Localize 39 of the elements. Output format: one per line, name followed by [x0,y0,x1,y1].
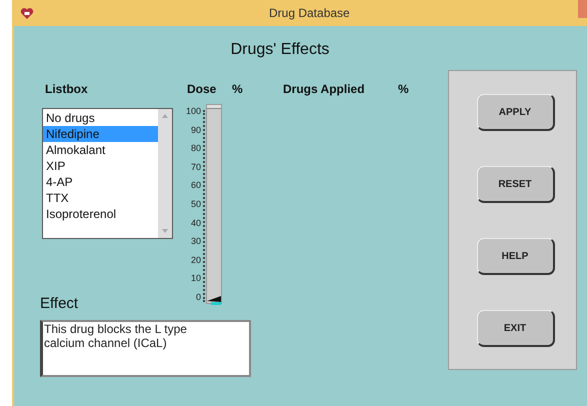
action-button[interactable]: RESET [476,166,554,203]
listbox[interactable]: No drugs Nifedipine Almokalant XIP 4-AP TTX Isoproterenol [42,108,173,239]
list-item[interactable]: Almokalant [43,142,158,158]
effect-label: Effect [40,295,78,312]
column-header: Dose [187,82,216,96]
list-item[interactable]: Isoproterenol [43,206,158,222]
list-item[interactable]: No drugs [43,110,158,126]
list-item[interactable]: TTX [43,190,158,206]
column-header: Drugs Applied [283,82,365,96]
close-button[interactable] [578,0,587,18]
tick-label: 10 [190,273,201,284]
scrollbar[interactable] [158,109,172,238]
list-item[interactable]: Nifedipine [43,126,158,142]
column-header: % [232,82,243,96]
tick-label: 0 [196,292,201,302]
window-title: Drug Database [269,5,350,22]
scroll-up-icon[interactable] [161,112,169,120]
tick-label: 20 [190,254,201,265]
slider-thumb[interactable] [207,295,221,305]
tick-label: 70 [190,162,201,172]
scroll-down-icon[interactable] [161,227,169,235]
tick-label: 30 [190,236,201,246]
column-header: Listbox [45,82,88,96]
tick-label: 40 [190,218,201,228]
heading: Drugs' Effects [230,41,330,58]
tick-label: 80 [190,143,201,154]
tick-label: 60 [190,180,201,190]
list-item[interactable]: XIP [43,158,158,174]
action-button[interactable]: HELP [476,238,554,275]
slider-track[interactable] [206,104,222,304]
tick-label: 50 [190,198,201,209]
tick-label: 100 [186,106,201,116]
list-item[interactable]: 4-AP [43,174,158,190]
column-header: % [398,82,409,96]
action-button[interactable]: EXIT [476,310,554,347]
effect-text: This drug blocks the L type calcium channel (ICaL) [44,322,187,350]
heart-icon [20,6,34,20]
action-button[interactable]: APPLY [476,94,554,131]
tick-label: 90 [190,124,201,135]
